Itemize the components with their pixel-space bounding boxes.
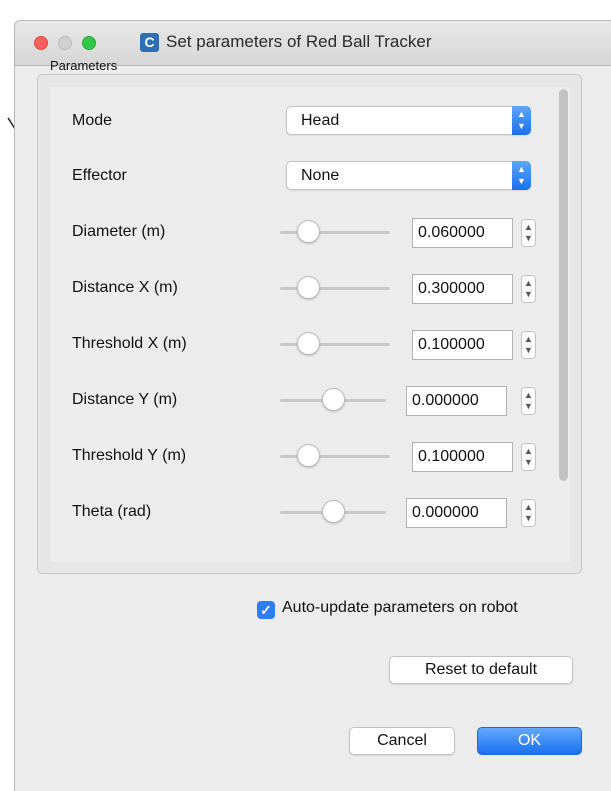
ok-button[interactable]: OK bbox=[477, 727, 582, 755]
mode-select-value: Head bbox=[301, 112, 340, 129]
threshold-y-row: Threshold Y (m) 0.100000 ▲ ▼ bbox=[50, 437, 560, 477]
distance-y-input[interactable]: 0.000000 bbox=[406, 386, 507, 416]
app-icon: C bbox=[140, 33, 159, 52]
slider-knob[interactable] bbox=[297, 220, 320, 243]
diameter-input[interactable]: 0.060000 bbox=[412, 218, 513, 248]
effector-row: Effector None ▲ ▼ bbox=[50, 157, 560, 197]
distance-y-row: Distance Y (m) 0.000000 ▲ ▼ bbox=[50, 381, 560, 421]
chevron-up-down-icon: ▲ ▼ bbox=[512, 161, 531, 190]
diameter-label: Diameter (m) bbox=[72, 223, 166, 240]
slider-knob[interactable] bbox=[322, 388, 345, 411]
threshold-x-row: Threshold X (m) 0.100000 ▲ ▼ bbox=[50, 325, 560, 365]
stepper-arrows-icon[interactable]: ▲ ▼ bbox=[521, 275, 536, 303]
parameters-scroll-area[interactable]: Mode Head ▲ ▼ Effector None ▲ ▼ Diameter (… bbox=[50, 87, 570, 562]
slider-knob[interactable] bbox=[297, 444, 320, 467]
effector-select[interactable]: None ▲ ▼ bbox=[286, 161, 531, 190]
threshold-y-input[interactable]: 0.100000 bbox=[412, 442, 513, 472]
minimize-button[interactable] bbox=[58, 36, 72, 50]
diameter-slider[interactable] bbox=[280, 220, 390, 244]
maximize-button[interactable] bbox=[82, 36, 96, 50]
theta-input[interactable]: 0.000000 bbox=[406, 498, 507, 528]
parameters-group-title: Parameters bbox=[50, 58, 118, 73]
slider-knob[interactable] bbox=[322, 500, 345, 523]
threshold-y-slider[interactable] bbox=[280, 444, 390, 468]
mode-select[interactable]: Head ▲ ▼ bbox=[286, 106, 531, 135]
threshold-x-slider[interactable] bbox=[280, 332, 390, 356]
scrollbar-thumb[interactable] bbox=[559, 89, 568, 481]
stepper-arrows-icon[interactable]: ▲ ▼ bbox=[521, 331, 536, 359]
auto-update-label[interactable]: Auto-update parameters on robot bbox=[282, 599, 518, 617]
theta-row: Theta (rad) 0.000000 ▲ ▼ bbox=[50, 493, 560, 533]
distance-x-row: Distance X (m) 0.300000 ▲ ▼ bbox=[50, 269, 560, 309]
stepper-arrows-icon[interactable]: ▲ ▼ bbox=[521, 443, 536, 471]
effector-label: Effector bbox=[72, 167, 127, 184]
theta-label: Theta (rad) bbox=[72, 503, 152, 520]
chevron-up-down-icon: ▲ ▼ bbox=[512, 106, 531, 135]
mode-label: Mode bbox=[72, 112, 113, 129]
threshold-x-input[interactable]: 0.100000 bbox=[412, 330, 513, 360]
distance-x-slider[interactable] bbox=[280, 276, 390, 300]
stepper-arrows-icon[interactable]: ▲ ▼ bbox=[521, 219, 536, 247]
reset-to-default-button[interactable]: Reset to default bbox=[389, 656, 573, 684]
distance-y-label: Distance Y (m) bbox=[72, 391, 178, 408]
distance-x-input[interactable]: 0.300000 bbox=[412, 274, 513, 304]
stepper-arrows-icon[interactable]: ▲ ▼ bbox=[521, 499, 536, 527]
vertical-scrollbar[interactable] bbox=[559, 89, 568, 560]
checkmark-icon: ✓ bbox=[260, 602, 272, 618]
cancel-button[interactable]: Cancel bbox=[349, 727, 455, 755]
theta-slider[interactable] bbox=[280, 500, 386, 524]
window-title: Set parameters of Red Ball Tracker bbox=[166, 32, 432, 51]
distance-y-slider[interactable] bbox=[280, 388, 386, 412]
diameter-row: Diameter (m) 0.060000 ▲ ▼ bbox=[50, 213, 560, 253]
slider-knob[interactable] bbox=[297, 332, 320, 355]
mode-row: Mode Head ▲ ▼ bbox=[50, 102, 560, 142]
stepper-arrows-icon[interactable]: ▲ ▼ bbox=[521, 387, 536, 415]
threshold-x-label: Threshold X (m) bbox=[72, 335, 187, 352]
slider-knob[interactable] bbox=[297, 276, 320, 299]
effector-select-value: None bbox=[301, 167, 340, 184]
parameters-group: Mode Head ▲ ▼ Effector None ▲ ▼ Diameter (… bbox=[37, 74, 582, 574]
distance-x-label: Distance X (m) bbox=[72, 279, 178, 296]
close-button[interactable] bbox=[34, 36, 48, 50]
auto-update-checkbox[interactable]: ✓ bbox=[257, 601, 275, 619]
threshold-y-label: Threshold Y (m) bbox=[72, 447, 187, 464]
